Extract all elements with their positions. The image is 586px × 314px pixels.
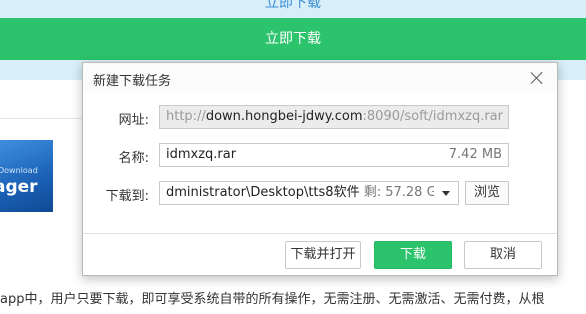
chevron-down-icon: [442, 191, 450, 196]
app-logo-text-large: ager: [0, 177, 38, 197]
save-path-field[interactable]: dministrator\Desktop\tts8软件 剩: 57.28 GB: [159, 181, 435, 205]
cancel-button[interactable]: 取消: [464, 241, 542, 269]
url-prefix: http://: [166, 109, 206, 124]
path-dropdown-button[interactable]: [434, 181, 459, 205]
file-name-field[interactable]: idmxzq.rar 7.42 MB: [159, 143, 509, 167]
page-description-text: app中，用户只要下载，即可享受系统自带的所有操作，无需注册、无需激活、无需付费…: [0, 292, 545, 307]
dialog-title: 新建下载任务: [93, 74, 172, 89]
new-download-dialog: 新建下载任务 网址: http://down.hongbei-jdwy.com:…: [82, 62, 558, 276]
url-label: 网址:: [118, 113, 149, 128]
url-suffix: :8090/soft/idmxzq.rar: [362, 109, 503, 124]
dialog-divider: [83, 233, 557, 234]
download-button[interactable]: 下载: [374, 241, 452, 269]
page-divider: [0, 118, 82, 119]
app-logo-text-small: Download: [0, 166, 38, 175]
browse-button[interactable]: 浏览: [465, 181, 509, 205]
download-now-button[interactable]: 立即下载: [0, 18, 586, 60]
name-label: 名称:: [118, 151, 149, 166]
dialog-header: 新建下载任务: [83, 63, 557, 93]
save-path-label: 下载到:: [105, 189, 149, 204]
download-and-open-button[interactable]: 下载并打开: [285, 241, 361, 269]
close-icon[interactable]: [528, 69, 546, 87]
file-name-value: idmxzq.rar: [166, 147, 237, 162]
free-space: 剩: 57.28 GB: [363, 185, 434, 200]
page-top-strip: 立即下载: [0, 0, 586, 18]
file-size: 7.42 MB: [448, 147, 502, 162]
page-top-text: 立即下载: [265, 0, 321, 11]
app-logo-image: Download ager: [0, 140, 53, 212]
save-path-value: dministrator\Desktop\tts8软件: [166, 185, 360, 200]
url-host: down.hongbei-jdwy.com: [205, 109, 363, 124]
url-field[interactable]: http://down.hongbei-jdwy.com:8090/soft/i…: [159, 105, 509, 129]
